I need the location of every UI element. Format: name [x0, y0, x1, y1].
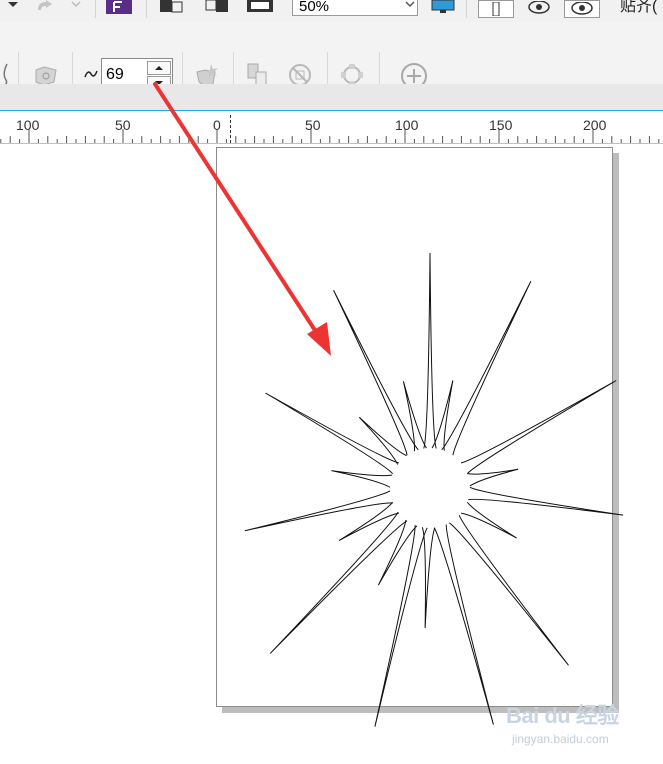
zoom-dropdown-icon[interactable]: [404, 0, 416, 10]
horizontal-ruler[interactable]: 100 50 0 50 100 150 200: [0, 111, 663, 144]
app-launcher-icon[interactable]: [106, 0, 132, 14]
ruler-label: 50: [115, 117, 131, 133]
curve-smoothness-icon: [83, 68, 99, 80]
full-screen-preview-icon[interactable]: [430, 0, 456, 14]
publish-pdf-icon[interactable]: [245, 0, 275, 14]
ruler-label: 0: [213, 117, 221, 133]
property-bar: [0, 22, 663, 98]
ruler-label: 150: [489, 117, 513, 133]
import-icon[interactable]: [158, 0, 186, 14]
document-page[interactable]: [216, 147, 613, 707]
export-icon[interactable]: [202, 0, 230, 14]
document-tab-strip: [0, 84, 663, 111]
show-rulers-button[interactable]: [478, 0, 514, 18]
watermark-brand: Bai du 经验: [506, 703, 619, 728]
show-grid-eye-icon[interactable]: [524, 0, 554, 16]
redo-icon[interactable]: [34, 0, 54, 12]
watermark: Bai du 经验 jingyan.baidu.com: [506, 694, 636, 750]
standard-toolbar: 50% 贴齐(: [0, 0, 663, 23]
ruler-label: 200: [583, 117, 607, 133]
zoom-level-field[interactable]: 50%: [292, 0, 418, 16]
snap-to-menu[interactable]: 贴齐(: [620, 0, 663, 16]
ruler-label: 50: [305, 117, 321, 133]
redo-dropdown-icon[interactable]: [70, 0, 82, 10]
spin-up-button[interactable]: [147, 61, 171, 75]
dropdown-arrow-icon[interactable]: [6, 0, 20, 10]
cursor-position-guide: [230, 115, 231, 143]
ruler-label: 100: [395, 117, 419, 133]
zoom-level-value: 50%: [299, 0, 330, 15]
watermark-url: jingyan.baidu.com: [512, 732, 609, 746]
ruler-label: 100: [16, 117, 40, 133]
ruler-ticks: [0, 129, 660, 143]
show-guidelines-button[interactable]: [564, 0, 600, 18]
